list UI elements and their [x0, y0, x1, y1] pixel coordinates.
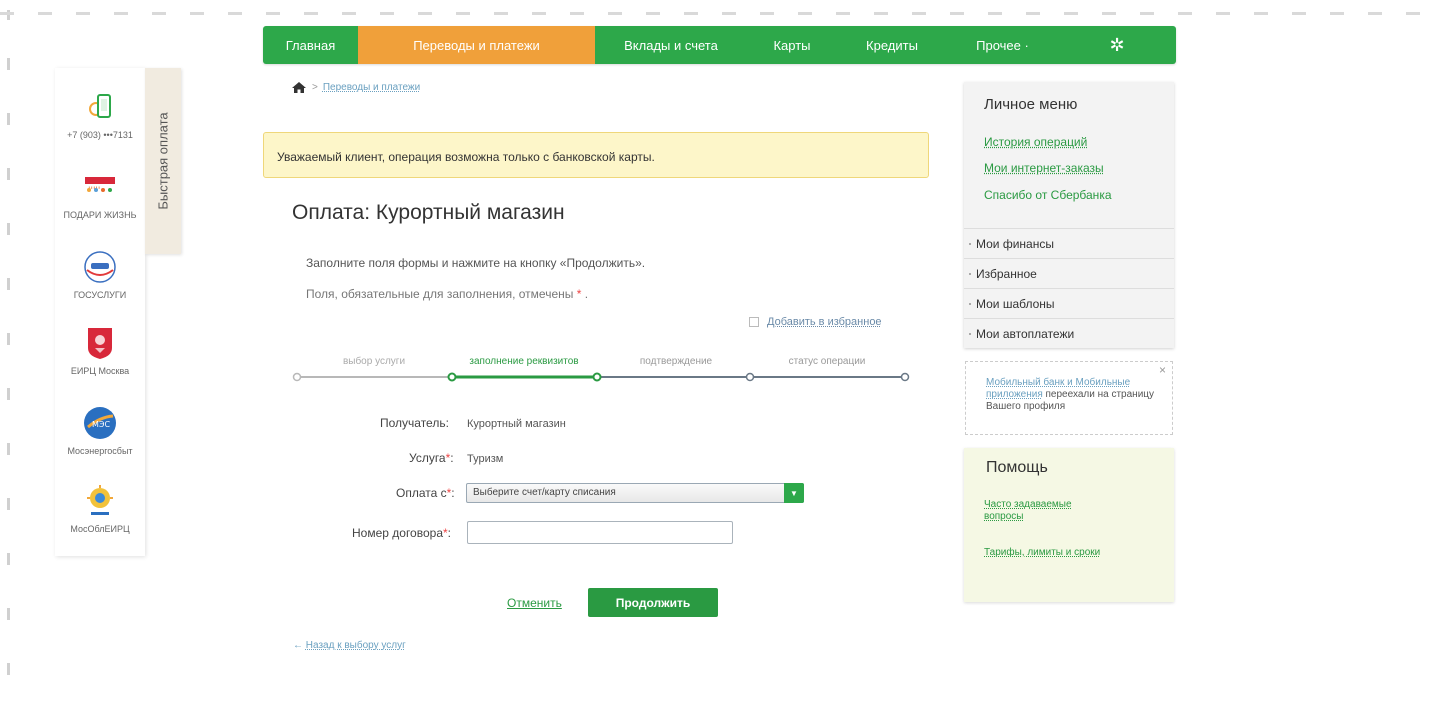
service-label: Услуга*: — [409, 451, 454, 465]
service-label-text: Услуга — [409, 451, 446, 465]
home-icon[interactable] — [292, 82, 306, 93]
required-note-end: . — [584, 287, 589, 301]
cancel-link[interactable]: Отменить — [507, 596, 562, 610]
back-label: Назад к выбору услуг — [305, 640, 406, 651]
podari-zhizn-logo-icon: ꞌꞌꞌꞌꞌ — [83, 170, 117, 204]
link-operation-history[interactable]: История операций — [984, 135, 1087, 149]
add-to-favorites[interactable]: Добавить в избранное — [749, 316, 882, 328]
quick-pay-list: +7 (903) •••7131 ꞌꞌꞌꞌꞌ ПОДАРИ ЖИЗНЬ ГОСУ… — [55, 68, 145, 556]
tariffs-limits-link[interactable]: Тарифы, лимиты и сроки — [984, 547, 1104, 559]
contract-number-label: Номер договора*: — [352, 526, 451, 540]
quick-pay-item-podari-zhizn[interactable]: ꞌꞌꞌꞌꞌ ПОДАРИ ЖИЗНЬ — [55, 170, 145, 220]
breadcrumb-separator: > — [312, 82, 318, 93]
label-colon: : — [451, 486, 455, 500]
card-only-notice: Уважаемый клиент, операция возможна толь… — [263, 132, 929, 178]
mosenergosbyt-logo-icon: МЭС — [83, 406, 117, 440]
menu-item-favorites[interactable]: Избранное — [964, 258, 1174, 288]
payfrom-label: Оплата с*: — [396, 486, 455, 500]
payfrom-label-text: Оплата с — [396, 486, 447, 500]
breadcrumb: > Переводы и платежи — [292, 82, 420, 93]
recipient-value: Курортный магазин — [467, 418, 566, 430]
quick-pay-label: МосОблЕИРЦ — [70, 524, 130, 534]
required-fields-note: Поля, обязательные для заполнения, отмеч… — [306, 287, 588, 301]
quick-pay-panel: +7 (903) •••7131 ꞌꞌꞌꞌꞌ ПОДАРИ ЖИЗНЬ ГОСУ… — [55, 68, 181, 556]
gosuslugi-logo-icon — [83, 250, 117, 284]
arrow-left-icon: ← — [293, 640, 303, 651]
back-to-services-link[interactable]: ← Назад к выбору услуг — [293, 640, 406, 651]
close-icon[interactable]: × — [1159, 363, 1166, 377]
svg-text:МЭС: МЭС — [92, 420, 110, 429]
frame-top-border — [0, 12, 1435, 15]
required-star: * — [576, 287, 582, 301]
mobile-notice-text: Мобильный банк и Мобильные приложения пе… — [986, 377, 1161, 413]
help-title: Помощь — [986, 459, 1048, 476]
frame-left-border — [7, 58, 10, 711]
breadcrumb-link-transfers[interactable]: Переводы и платежи — [323, 82, 420, 93]
nav-item-main[interactable]: Главная — [263, 26, 358, 64]
quick-pay-tab[interactable]: Быстрая оплата — [145, 68, 181, 254]
label-colon: : — [450, 451, 454, 465]
menu-item-templates[interactable]: Мои шаблоны — [964, 288, 1174, 318]
quick-pay-label: ЕИРЦ Москва — [70, 366, 130, 376]
nav-item-deposits-accounts[interactable]: Вклады и счета — [595, 26, 747, 64]
payment-source-value: Выберите счет/карту списания — [473, 487, 616, 498]
mobile-bank-link[interactable]: Мобильный банк и Мобильные — [986, 377, 1130, 388]
main-nav: Главная Переводы и платежи Вклады и счет… — [263, 26, 1176, 64]
steps-track — [292, 372, 910, 382]
favorites-checkbox[interactable] — [749, 317, 759, 327]
payment-source-select[interactable]: Выберите счет/карту списания ▼ — [466, 483, 804, 503]
quick-pay-tab-label: Быстрая оплата — [155, 112, 171, 210]
gear-icon[interactable]: ✲ — [1058, 26, 1176, 64]
mosobleirc-logo-icon — [83, 484, 117, 518]
quick-pay-label: Мосэнергосбыт — [67, 446, 133, 456]
quick-pay-label: ГОСУСЛУГИ — [73, 290, 127, 300]
menu-item-finances[interactable]: Мои финансы — [964, 228, 1174, 258]
quick-pay-item-phone[interactable]: +7 (903) •••7131 — [55, 90, 145, 140]
steps-progress: выбор услуги заполнение реквизитов подтв… — [292, 356, 912, 386]
moscow-coat-of-arms-icon — [83, 326, 117, 360]
mobile-phone-icon — [83, 90, 117, 124]
nav-item-credits[interactable]: Кредиты — [837, 26, 947, 64]
faq-link[interactable]: Часто задаваемые вопросы — [984, 499, 1104, 523]
link-spasibo[interactable]: Спасибо от Сбербанка — [984, 188, 1112, 202]
quick-pay-item-mosenergosbyt[interactable]: МЭС Мосэнергосбыт — [55, 406, 145, 456]
menu-item-autopayments[interactable]: Мои автоплатежи — [964, 318, 1174, 348]
recipient-label: Получатель: — [380, 416, 449, 430]
nav-item-transfers-payments[interactable]: Переводы и платежи — [358, 26, 595, 64]
nav-item-other[interactable]: Прочее · — [947, 26, 1058, 64]
mobile-bank-notice: × Мобильный банк и Мобильные приложения … — [965, 361, 1173, 435]
service-value: Туризм — [467, 453, 504, 465]
personal-menu-title: Личное меню — [984, 96, 1078, 113]
contract-number-input[interactable] — [467, 521, 733, 544]
chevron-down-icon[interactable]: ▼ — [784, 483, 804, 503]
label-colon: : — [447, 526, 452, 540]
quick-pay-label: +7 (903) •••7131 — [67, 130, 133, 140]
personal-menu: Личное меню История операций Мои интерне… — [964, 82, 1174, 348]
form-instruction: Заполните поля формы и нажмите на кнопку… — [306, 256, 646, 270]
continue-button[interactable]: Продолжить — [588, 588, 718, 617]
quick-pay-item-mosobleirc[interactable]: МосОблЕИРЦ — [55, 484, 145, 534]
quick-pay-item-eirc-moscow[interactable]: ЕИРЦ Москва — [55, 326, 145, 376]
help-panel: Помощь Часто задаваемые вопросы Тарифы, … — [964, 448, 1174, 602]
nav-item-cards[interactable]: Карты — [747, 26, 837, 64]
quick-pay-item-gosuslugi[interactable]: ГОСУСЛУГИ — [55, 250, 145, 300]
quick-pay-label: ПОДАРИ ЖИЗНЬ — [63, 210, 137, 220]
page-title: Оплата: Курортный магазин — [292, 201, 565, 224]
link-internet-orders[interactable]: Мои интернет-заказы — [984, 161, 1104, 175]
favorites-label: Добавить в избранное — [767, 316, 882, 328]
mobile-apps-link[interactable]: приложения — [986, 389, 1043, 400]
contract-label-text: Номер договора — [352, 526, 443, 540]
required-note-text: Поля, обязательные для заполнения, отмеч… — [306, 287, 574, 301]
